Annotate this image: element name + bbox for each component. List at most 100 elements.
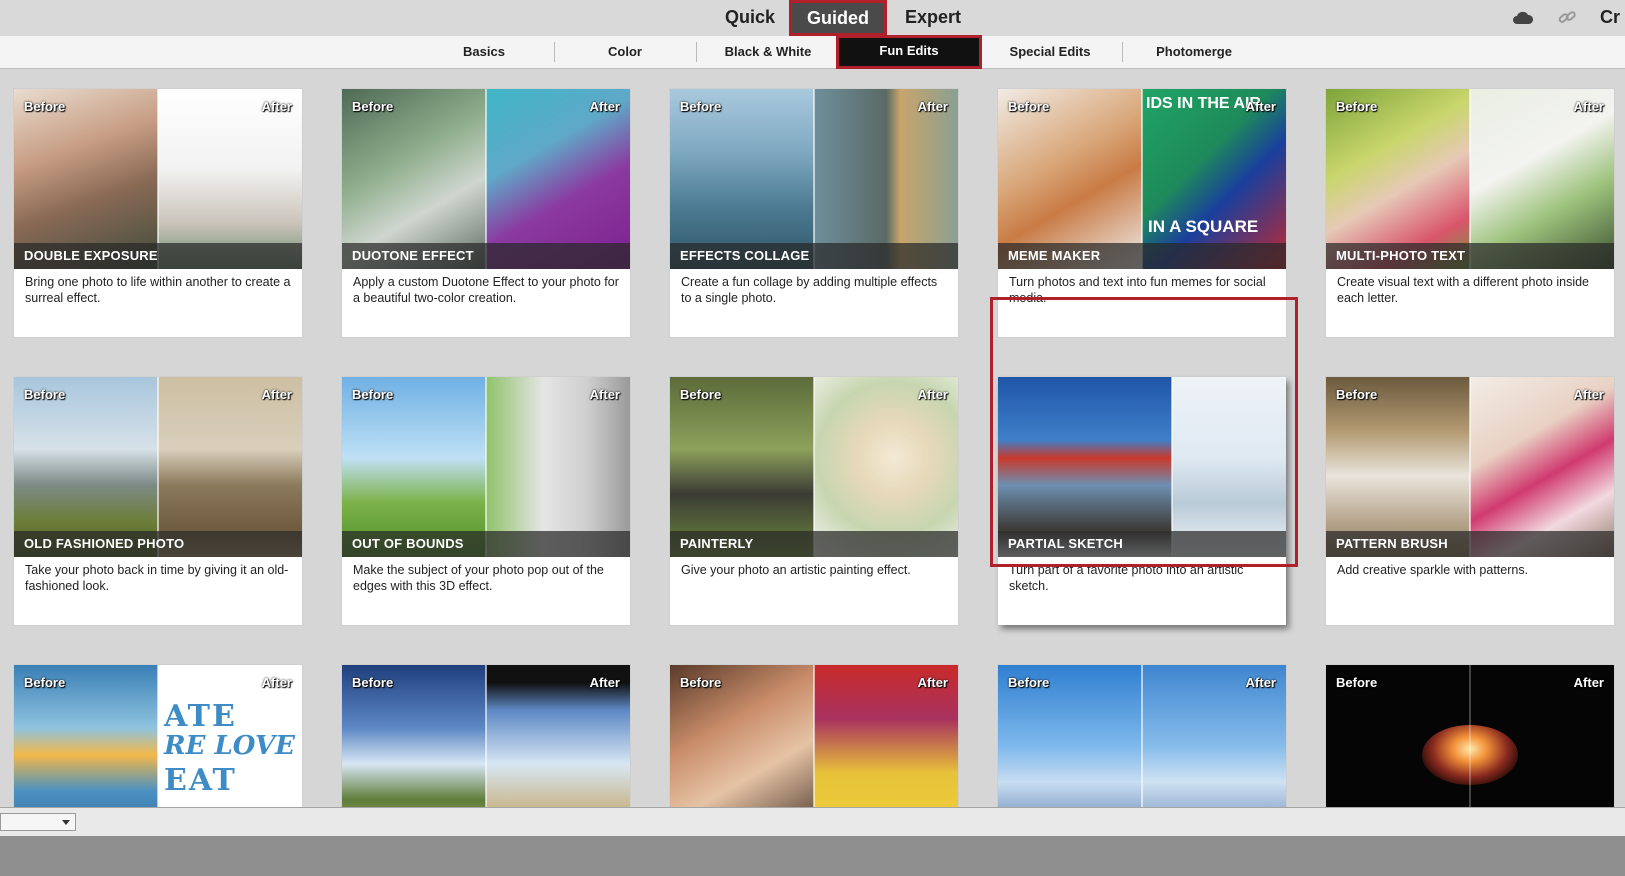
card-thumbnail: Before After EFFECTS COLLAGE	[670, 89, 958, 269]
category-tab-bar: Basics Color Black & White Fun Edits Spe…	[0, 35, 1625, 69]
after-label: After	[261, 387, 292, 402]
after-label: After	[1573, 99, 1604, 114]
tab-fun-edits[interactable]: Fun Edits	[836, 35, 982, 69]
before-label: Before	[1336, 387, 1378, 402]
bottom-toolbar	[0, 807, 1625, 837]
card-row3-4[interactable]: Before After	[998, 665, 1286, 807]
word-art-text-1: ATE	[164, 699, 237, 734]
card-multi-photo-text[interactable]: Before After MULTI-PHOTO TEXT Create vis…	[1326, 89, 1614, 337]
before-label: Before	[1336, 675, 1378, 690]
card-thumbnail: Before After	[1326, 665, 1614, 807]
tab-color[interactable]: Color	[590, 36, 660, 68]
before-label: Before	[24, 99, 66, 114]
after-label: After	[261, 99, 292, 114]
tab-divider	[554, 42, 555, 62]
after-label: After	[1573, 387, 1604, 402]
card-description: Bring one photo to life within another t…	[25, 275, 291, 305]
tab-photomerge[interactable]: Photomerge	[1144, 36, 1244, 68]
cloud-icon[interactable]	[1512, 8, 1534, 28]
tab-divider	[1122, 42, 1123, 62]
mode-tab-create[interactable]: Cr	[1600, 0, 1625, 36]
before-label: Before	[24, 387, 66, 402]
card-title: OLD FASHIONED PHOTO	[14, 531, 302, 557]
card-thumbnail: Before After OUT OF BOUNDS	[342, 377, 630, 557]
card-old-fashioned-photo[interactable]: Before After OLD FASHIONED PHOTO Take yo…	[14, 377, 302, 625]
before-label: Before	[352, 387, 394, 402]
chevron-down-icon	[62, 820, 70, 825]
card-painterly[interactable]: Before After PAINTERLY Give your photo a…	[670, 377, 958, 625]
card-thumbnail: Before After MULTI-PHOTO TEXT	[1326, 89, 1614, 269]
before-label: Before	[680, 99, 722, 114]
card-description: Add creative sparkle with patterns.	[1337, 563, 1529, 577]
view-dropdown[interactable]	[0, 813, 76, 831]
card-description: Apply a custom Duotone Effect to your ph…	[353, 275, 619, 305]
before-label: Before	[352, 99, 394, 114]
tab-special-edits[interactable]: Special Edits	[995, 36, 1105, 68]
card-row3-1[interactable]: ATE RE LOVE EAT Before After	[14, 665, 302, 807]
word-art-text-2: RE LOVE	[164, 731, 295, 761]
before-label: Before	[24, 675, 66, 690]
after-label: After	[1245, 99, 1276, 114]
before-label: Before	[1008, 99, 1050, 114]
card-title: PAINTERLY	[670, 531, 958, 557]
before-label: Before	[352, 675, 394, 690]
card-description: Make the subject of your photo pop out o…	[353, 563, 604, 593]
status-bar	[0, 836, 1625, 876]
before-label: Before	[1008, 675, 1050, 690]
after-label: After	[261, 675, 292, 690]
selection-highlight	[990, 297, 1298, 567]
card-description: Create a fun collage by adding multiple …	[681, 275, 938, 305]
card-title: OUT OF BOUNDS	[342, 531, 630, 557]
mode-bar: Quick Guided Expert Cr	[0, 0, 1625, 36]
card-thumbnail: ATE RE LOVE EAT Before After	[14, 665, 302, 807]
before-label: Before	[680, 675, 722, 690]
card-effects-collage[interactable]: Before After EFFECTS COLLAGE Create a fu…	[670, 89, 958, 337]
guided-edits-grid: Before After DOUBLE EXPOSURE Bring one p…	[0, 69, 1625, 807]
card-row3-5[interactable]: Before After	[1326, 665, 1614, 807]
mode-tab-expert[interactable]: Expert	[893, 0, 973, 36]
card-row3-2[interactable]: Before After	[342, 665, 630, 807]
card-title: MEME MAKER	[998, 243, 1286, 269]
card-double-exposure[interactable]: Before After DOUBLE EXPOSURE Bring one p…	[14, 89, 302, 337]
card-thumbnail: Before After	[670, 665, 958, 807]
after-label: After	[589, 99, 620, 114]
after-label: After	[589, 675, 620, 690]
tab-black-white[interactable]: Black & White	[718, 36, 818, 68]
link-icon[interactable]	[1556, 8, 1578, 28]
card-pattern-brush[interactable]: Before After PATTERN BRUSH Add creative …	[1326, 377, 1614, 625]
after-label: After	[589, 387, 620, 402]
card-title: DOUBLE EXPOSURE	[14, 243, 302, 269]
card-out-of-bounds[interactable]: Before After OUT OF BOUNDS Make the subj…	[342, 377, 630, 625]
meme-bottom-text: IN A SQUARE	[1148, 217, 1259, 236]
card-thumbnail: Before After DOUBLE EXPOSURE	[14, 89, 302, 269]
after-label: After	[1245, 675, 1276, 690]
card-row3-3[interactable]: Before After	[670, 665, 958, 807]
before-label: Before	[1336, 99, 1378, 114]
after-label: After	[917, 675, 948, 690]
card-thumbnail: Before After PATTERN BRUSH	[1326, 377, 1614, 557]
after-label: After	[917, 99, 948, 114]
card-thumbnail: IDS IN THE AIR IN A SQUARE Before After …	[998, 89, 1286, 269]
card-title: EFFECTS COLLAGE	[670, 243, 958, 269]
card-thumbnail: Before After PAINTERLY	[670, 377, 958, 557]
meme-top-text: IDS IN THE AIR	[1146, 95, 1261, 112]
card-description: Create visual text with a different phot…	[1337, 275, 1589, 305]
card-thumbnail: Before After	[998, 665, 1286, 807]
card-thumbnail: Before After OLD FASHIONED PHOTO	[14, 377, 302, 557]
mode-tab-quick[interactable]: Quick	[716, 0, 784, 36]
card-title: PATTERN BRUSH	[1326, 531, 1614, 557]
card-description: Give your photo an artistic painting eff…	[681, 563, 911, 577]
mode-tab-guided[interactable]: Guided	[789, 0, 887, 36]
tab-divider	[696, 42, 697, 62]
card-thumbnail: Before After DUOTONE EFFECT	[342, 89, 630, 269]
card-title: DUOTONE EFFECT	[342, 243, 630, 269]
card-duotone-effect[interactable]: Before After DUOTONE EFFECT Apply a cust…	[342, 89, 630, 337]
card-thumbnail: Before After	[342, 665, 630, 807]
card-title: MULTI-PHOTO TEXT	[1326, 243, 1614, 269]
card-description: Take your photo back in time by giving i…	[25, 563, 289, 593]
before-label: Before	[680, 387, 722, 402]
tab-basics[interactable]: Basics	[440, 36, 528, 68]
after-label: After	[1573, 675, 1604, 690]
word-art-text-3: EAT	[164, 763, 237, 798]
after-label: After	[917, 387, 948, 402]
